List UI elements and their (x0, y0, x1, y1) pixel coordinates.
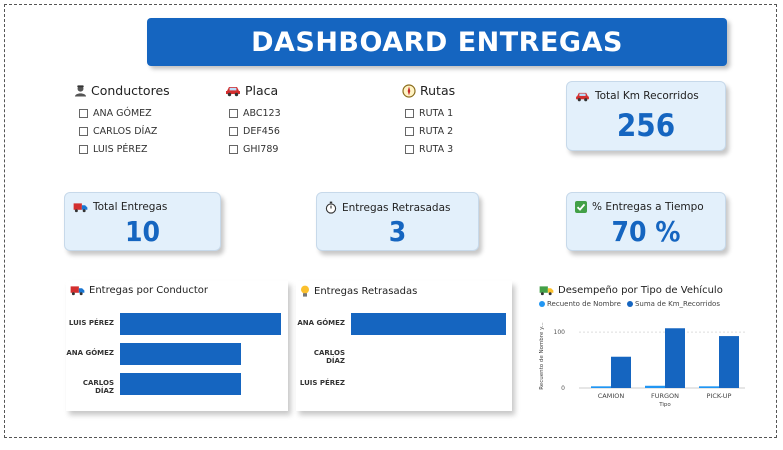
panel-desempeno-tipo-vehiculo: Desempeño por Tipo de Vehículo Recuento … (535, 281, 749, 411)
slicer-option-label: RUTA 2 (419, 125, 454, 137)
card-entregas-a-tiempo: % Entregas a Tiempo 70 % (566, 192, 726, 251)
card-entregas-retrasadas-value: 3 (388, 215, 407, 248)
slicer-option[interactable]: GHI789 (229, 140, 281, 158)
check-icon (575, 201, 587, 213)
stopwatch-icon (325, 201, 337, 214)
card-label-text: % Entregas a Tiempo (592, 201, 704, 213)
checkbox[interactable] (405, 126, 414, 136)
bar-label: CARLOS DÍAZ (313, 349, 345, 365)
checkbox[interactable] (79, 126, 88, 136)
card-total-entregas-label: Total Entregas (73, 201, 167, 213)
column-bar[interactable] (719, 336, 739, 388)
panel-entregas-por-conductor-title: Entregas por Conductor (70, 285, 208, 296)
slicer-rutas-title: Rutas (402, 83, 455, 98)
bar-label: ANA GÓMEZ (66, 349, 114, 357)
bar-label: ANA GÓMEZ (297, 319, 345, 327)
card-total-entregas-value: 10 (124, 215, 161, 248)
compass-icon (402, 83, 416, 98)
y-tick-label: 0 (561, 385, 565, 392)
slicer-conductores-label: Conductores (91, 83, 170, 98)
bar-label: CARLOS DÍAZ (82, 379, 114, 395)
slicer-option[interactable]: RUTA 2 (405, 122, 455, 140)
column-bar[interactable] (591, 386, 611, 388)
card-total-km-label: Total Km Recorridos (575, 90, 699, 102)
slicer-option-label: DEF456 (243, 125, 280, 137)
panel-entregas-por-conductor: Entregas por Conductor LUIS PÉREZ ANA GÓM… (66, 281, 288, 411)
card-entregas-retrasadas-label: Entregas Retrasadas (325, 201, 451, 214)
slicer-option-label: CARLOS DÍAZ (93, 125, 158, 137)
slicer-conductores-title: Conductores (74, 83, 170, 98)
x-tick-label: CAMION (598, 392, 625, 400)
slicer-rutas: Rutas RUTA 1 RUTA 2 RUTA 3 (402, 83, 455, 158)
column-bar[interactable] (611, 356, 631, 388)
slicer-option-label: LUIS PÉREZ (93, 143, 148, 155)
slicer-option[interactable]: DEF456 (229, 122, 281, 140)
slicer-option[interactable]: CARLOS DÍAZ (79, 122, 170, 140)
truck-icon (70, 286, 85, 296)
car-icon (576, 92, 589, 101)
slicer-option[interactable]: RUTA 3 (405, 140, 455, 158)
lightbulb-icon (301, 285, 309, 297)
checkbox[interactable] (229, 108, 238, 118)
panel-title-text: Entregas Retrasadas (314, 286, 418, 297)
y-tick-label: 100 (554, 329, 566, 336)
bar[interactable] (120, 313, 281, 335)
card-entregas-a-tiempo-value: 70 % (611, 215, 681, 248)
slicer-option[interactable]: LUIS PÉREZ (79, 140, 170, 158)
checkbox[interactable] (405, 108, 414, 118)
card-label-text: Total Km Recorridos (595, 90, 699, 102)
checkbox[interactable] (405, 144, 414, 154)
checkbox[interactable] (79, 144, 88, 154)
slicer-option[interactable]: RUTA 1 (405, 104, 455, 122)
card-label-text: Entregas Retrasadas (342, 201, 451, 214)
slicer-option-label: GHI789 (243, 143, 279, 155)
column-bar[interactable] (665, 328, 685, 388)
card-total-km-value: 256 (616, 108, 676, 144)
card-total-entregas: Total Entregas 10 (64, 192, 221, 251)
slicer-placa: Placa ABC123 DEF456 GHI789 (225, 83, 281, 158)
x-tick-label: PICK-UP (707, 392, 732, 400)
chart-desempeno-tipo-vehiculo: 100 0 Recuento de Nombre y... CAMION FURGON P… (539, 322, 745, 408)
x-axis-label: Tipo (658, 402, 671, 408)
column-bar[interactable] (699, 386, 719, 388)
checkbox[interactable] (229, 144, 238, 154)
slicer-conductores: Conductores ANA GÓMEZ CARLOS DÍAZ LUIS P… (74, 83, 170, 158)
card-entregas-a-tiempo-label: % Entregas a Tiempo (575, 201, 704, 213)
column-bar[interactable] (645, 385, 665, 388)
dashboard-title: DASHBOARD ENTREGAS (251, 26, 623, 58)
panel-title-text: Entregas por Conductor (89, 285, 209, 296)
panel-entregas-retrasadas: Entregas Retrasadas ANA GÓMEZ CARLOS DÍAZ… (296, 281, 512, 411)
y-axis-label: Recuento de Nombre y... (539, 322, 545, 390)
slicer-placa-label: Placa (245, 83, 279, 98)
slicer-option-label: RUTA 3 (419, 143, 454, 155)
bar-label: LUIS PÉREZ (299, 379, 345, 387)
card-entregas-retrasadas: Entregas Retrasadas 3 (316, 192, 479, 251)
bar[interactable] (120, 343, 241, 365)
slicer-option[interactable]: ANA GÓMEZ (79, 104, 170, 122)
card-label-text: Total Entregas (93, 201, 168, 213)
slicer-rutas-label: Rutas (420, 83, 456, 98)
bar-label: LUIS PÉREZ (68, 319, 114, 327)
slicer-option[interactable]: ABC123 (229, 104, 281, 122)
bar[interactable] (351, 313, 506, 335)
checkbox[interactable] (79, 108, 88, 118)
driver-icon (74, 85, 87, 97)
panel-entregas-retrasadas-title: Entregas Retrasadas (300, 285, 417, 298)
slicer-option-label: ANA GÓMEZ (93, 107, 152, 119)
bar[interactable] (120, 373, 241, 395)
slicer-option-label: RUTA 1 (419, 107, 454, 119)
card-total-km: Total Km Recorridos 256 (566, 81, 726, 151)
dashboard-title-bar: DASHBOARD ENTREGAS (147, 18, 727, 66)
slicer-placa-title: Placa (225, 83, 281, 98)
checkbox[interactable] (229, 126, 238, 136)
car-icon (226, 86, 240, 96)
x-tick-label: FURGON (651, 392, 679, 400)
truck-icon (73, 202, 88, 212)
slicer-option-label: ABC123 (243, 107, 281, 119)
